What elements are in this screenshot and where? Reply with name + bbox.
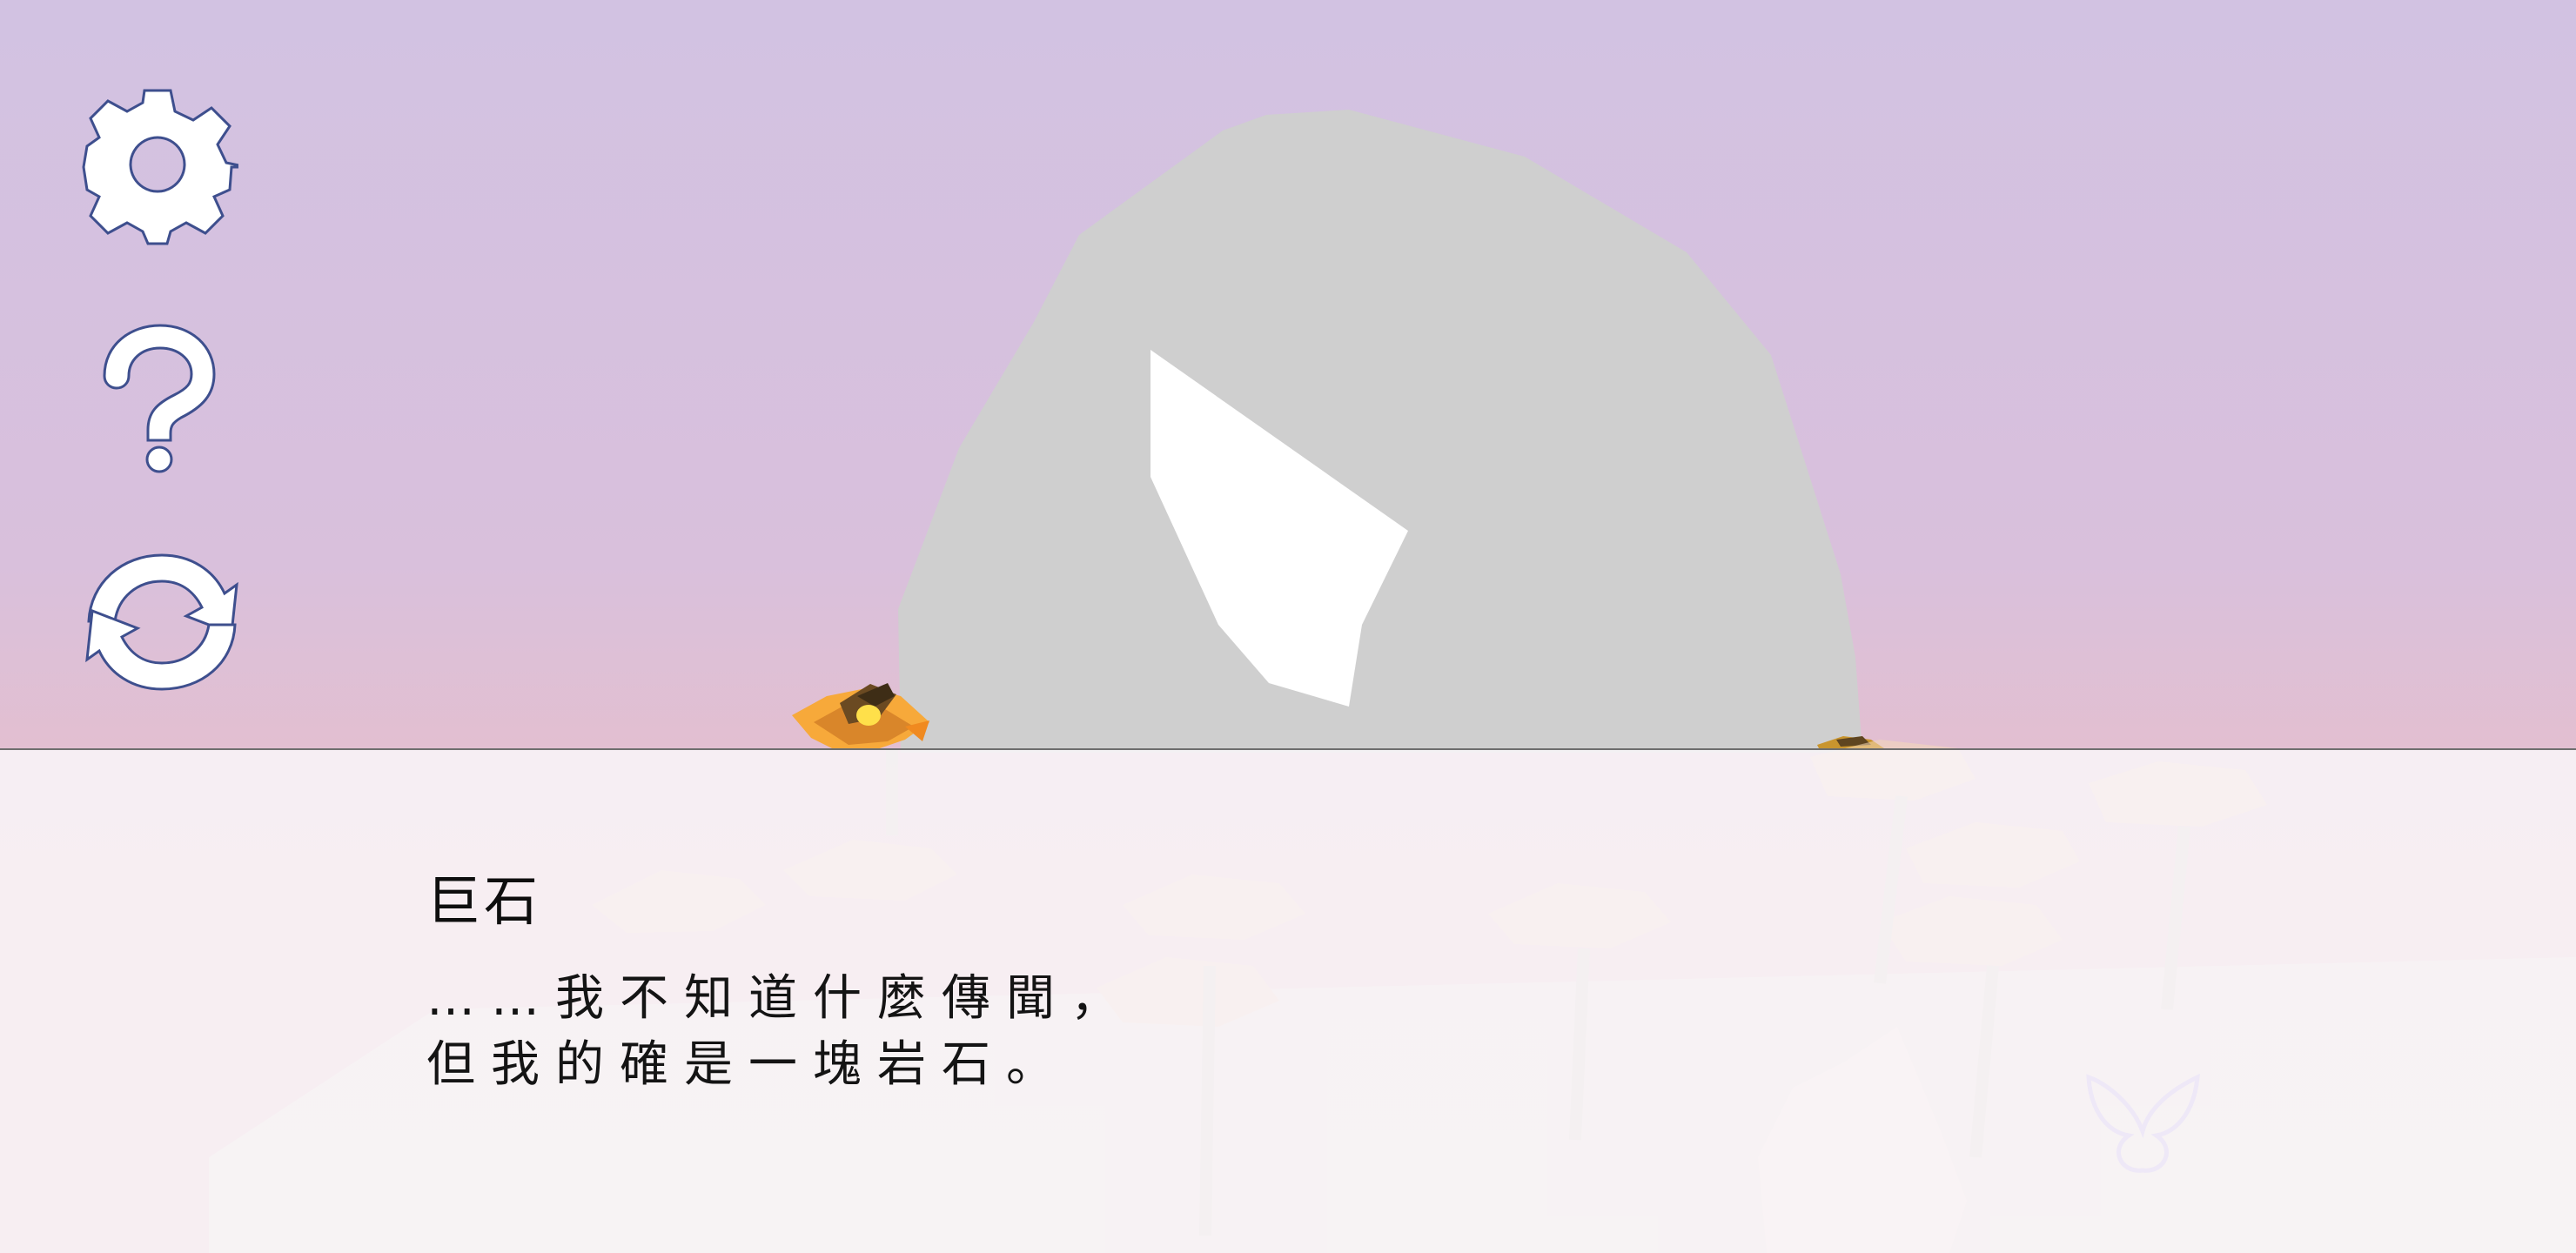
speaker-name: 巨石 [426, 869, 542, 933]
refresh-icon [85, 553, 238, 691]
question-mark-icon [103, 324, 216, 473]
boulder [898, 110, 1862, 753]
restart-button[interactable] [84, 548, 240, 696]
help-button[interactable] [97, 322, 219, 474]
settings-button[interactable] [77, 84, 248, 245]
game-stage: 巨石 ……我不知道什麼傳聞， 但我的確是一塊岩石。 [0, 0, 2576, 1253]
dialogue-panel[interactable] [0, 748, 2576, 1253]
dialogue-line: 但我的確是一塊岩石。 [426, 1036, 1070, 1093]
dialogue-line: ……我不知道什麼傳聞， [426, 970, 1135, 1027]
gear-icon [82, 89, 248, 245]
